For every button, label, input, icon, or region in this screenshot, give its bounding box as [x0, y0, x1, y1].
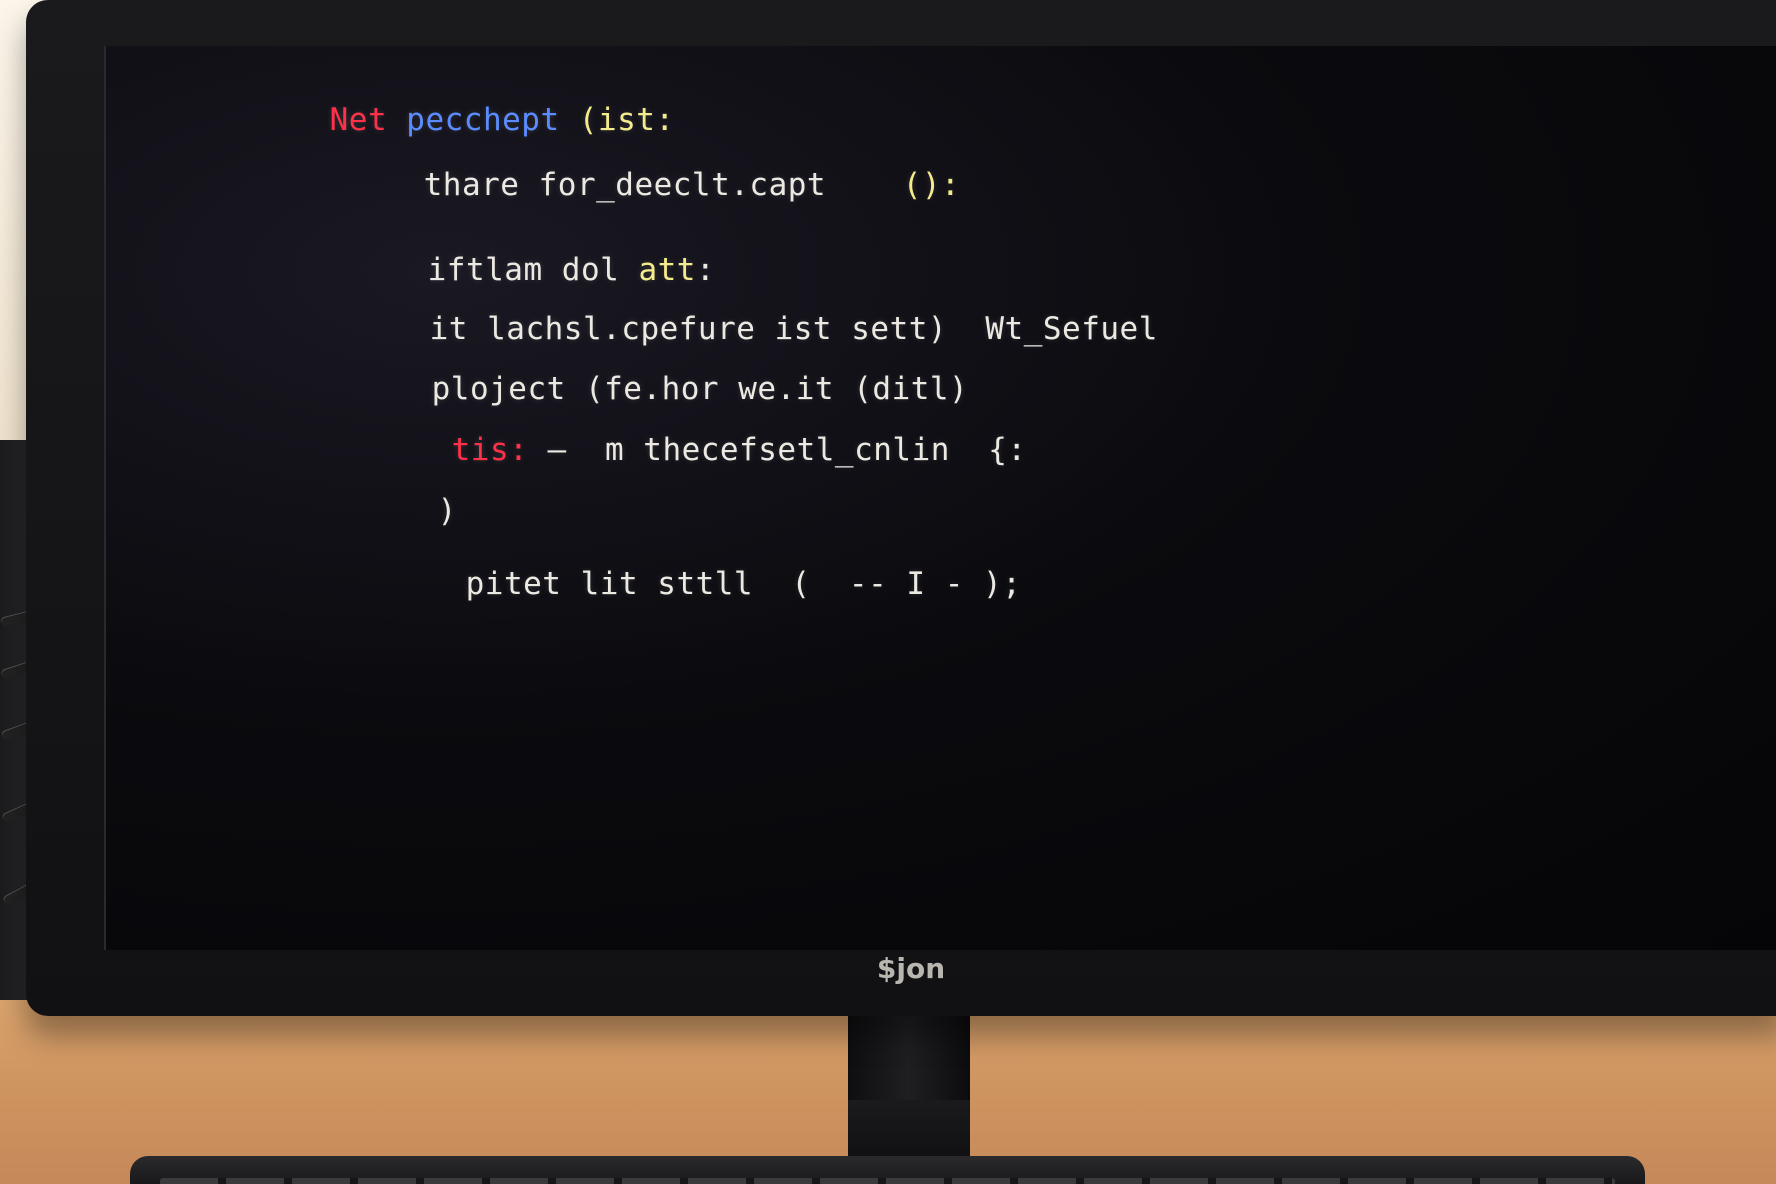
code-token: (): — [902, 167, 961, 203]
monitor-brand-logo: $jon — [876, 952, 946, 985]
code-token: pitet lit sttll ( -- I - ); — [465, 566, 1022, 602]
code-token: tis: — [451, 432, 529, 468]
code-line-8: pitet lit sttll ( -- I - ); — [274, 530, 1021, 638]
monitor-screen: Net pecchept (ist: thare for_deeclt.capt… — [104, 46, 1776, 950]
code-editor: Net pecchept (ist: thare for_deeclt.capt… — [106, 46, 1776, 950]
keyboard — [130, 1156, 1645, 1184]
code-token: ) — [437, 493, 457, 529]
monitor-bezel: Net pecchept (ist: thare for_deeclt.capt… — [26, 0, 1776, 1016]
keyboard-keys — [160, 1178, 1615, 1184]
code-token: – m thecefsetl_cnlin {: — [528, 432, 1027, 468]
photo-scene: Net pecchept (ist: thare for_deeclt.capt… — [0, 0, 1776, 1184]
code-token: thare for_deeclt.capt — [423, 167, 903, 203]
